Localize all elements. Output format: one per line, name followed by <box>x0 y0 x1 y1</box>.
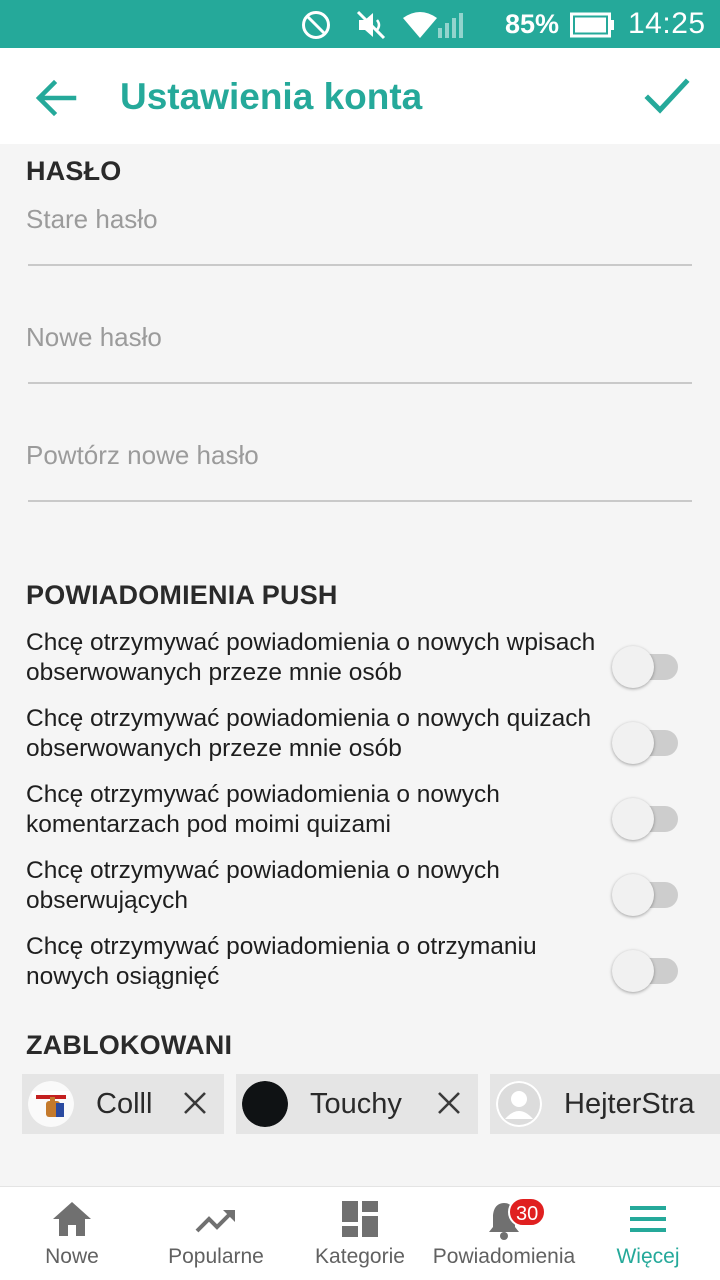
close-icon[interactable] <box>436 1090 462 1116</box>
push-toggle[interactable] <box>612 718 680 764</box>
field-underline <box>28 264 692 266</box>
new-password-field <box>26 302 692 420</box>
default-avatar <box>496 1081 542 1127</box>
push-setting-label: Chcę otrzymywać powiadomienia o nowych w… <box>26 629 596 686</box>
nav-item-kategorie[interactable]: Kategorie <box>288 1187 432 1280</box>
new-password-input[interactable] <box>26 302 692 372</box>
nav-item-wiecej[interactable]: Więcej <box>576 1187 720 1280</box>
mute-icon <box>356 10 386 40</box>
blocked-user-chip[interactable]: HejterStra <box>490 1074 720 1134</box>
nav-label: Powiadomienia <box>432 1245 576 1268</box>
nav-label: Kategorie <box>315 1245 405 1268</box>
push-setting-row: Chcę otrzymywać powiadomienia o nowych k… <box>26 780 692 850</box>
trending-up-icon <box>195 1210 235 1233</box>
close-icon[interactable] <box>182 1090 208 1116</box>
password-section-title: HASŁO <box>26 156 122 186</box>
do-not-disturb-icon <box>302 11 330 39</box>
blocked-section-title: ZABLOKOWANI <box>26 1030 233 1060</box>
push-section-title: POWIADOMIENIA PUSH <box>26 580 338 610</box>
blocked-user-chip[interactable]: Colll <box>22 1074 224 1134</box>
push-setting-label: Chcę otrzymywać powiadomienia o nowych o… <box>26 857 500 914</box>
nav-label: Nowe <box>45 1245 99 1268</box>
blocked-user-chip[interactable]: Touchy <box>236 1074 478 1134</box>
old-password-input[interactable] <box>26 184 692 254</box>
old-password-field <box>26 184 692 302</box>
push-setting-row: Chcę otrzymywać powiadomienia o otrzyman… <box>26 932 692 1002</box>
blocked-user-name: HejterStra <box>564 1088 695 1120</box>
nav-label: Więcej <box>616 1245 680 1268</box>
black-avatar <box>242 1081 288 1127</box>
push-setting-label: Chcę otrzymywać powiadomienia o nowych k… <box>26 781 500 838</box>
blocked-users-list: Colll Touchy HejterStra <box>22 1074 720 1134</box>
battery-percent: 85% <box>505 9 560 39</box>
battery-icon <box>570 12 614 38</box>
push-setting-label: Chcę otrzymywać powiadomienia o nowych q… <box>26 705 592 762</box>
nav-label: Popularne <box>168 1245 264 1268</box>
nav-item-powiadomienia[interactable]: Powiadomienia <box>432 1187 576 1280</box>
repeat-password-input[interactable] <box>26 420 692 490</box>
nav-item-nowe[interactable]: Nowe <box>0 1187 144 1280</box>
dashboard-icon <box>342 1201 378 1237</box>
push-toggle[interactable] <box>612 794 680 840</box>
notification-badge: 30 <box>508 1197 547 1227</box>
push-setting-row: Chcę otrzymywać powiadomienia o nowych w… <box>26 628 692 698</box>
repeat-password-field <box>26 420 692 538</box>
push-setting-label: Chcę otrzymywać powiadomienia o otrzyman… <box>26 933 537 990</box>
custom-avatar <box>28 1081 74 1127</box>
arrow-back-icon[interactable] <box>34 78 78 118</box>
page-title: Ustawienia konta <box>120 76 423 117</box>
push-toggle[interactable] <box>612 946 680 992</box>
wifi-icon <box>403 12 437 38</box>
status-bar: 85% 14:25 <box>0 0 720 48</box>
menu-icon <box>630 1206 666 1232</box>
home-icon <box>53 1202 91 1236</box>
push-toggle[interactable] <box>612 870 680 916</box>
bottom-nav: Nowe Popularne Kategorie Powiadomienia 3… <box>0 1186 720 1280</box>
field-underline <box>28 382 692 384</box>
check-icon[interactable] <box>644 76 690 118</box>
push-toggle[interactable] <box>612 642 680 688</box>
push-setting-row: Chcę otrzymywać powiadomienia o nowych q… <box>26 704 692 774</box>
blocked-user-name: Touchy <box>310 1088 402 1120</box>
signal-icon <box>438 13 463 38</box>
blocked-user-name: Colll <box>96 1088 153 1120</box>
app-bar: Ustawienia konta <box>0 48 720 144</box>
nav-item-popularne[interactable]: Popularne <box>144 1187 288 1280</box>
push-setting-row: Chcę otrzymywać powiadomienia o nowych o… <box>26 856 692 926</box>
clock: 14:25 <box>628 7 706 40</box>
field-underline <box>28 500 692 502</box>
